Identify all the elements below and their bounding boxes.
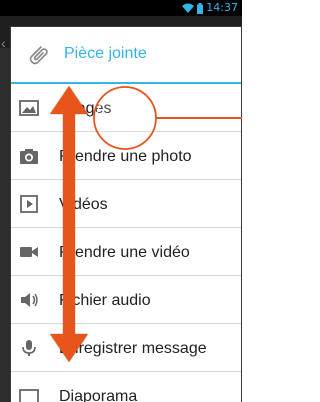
camera-icon bbox=[20, 149, 38, 164]
screen: ‹ 14:37 Pièce jointe Images Prendre une … bbox=[0, 0, 242, 402]
video-camera-icon bbox=[20, 247, 38, 257]
attachment-dialog: Pièce jointe Images Prendre une photo Vi… bbox=[11, 27, 241, 402]
menu-item-label: Vidéos bbox=[59, 196, 108, 213]
menu-item-record-message[interactable]: Enregistrer message bbox=[11, 324, 241, 372]
video-file-icon bbox=[20, 195, 38, 213]
menu-item-slideshow[interactable]: Diaporama bbox=[11, 372, 241, 402]
back-chevron-icon: ‹ bbox=[1, 35, 6, 51]
wifi-icon bbox=[182, 3, 195, 13]
microphone-icon bbox=[22, 340, 36, 356]
menu-item-label: Images bbox=[59, 100, 112, 117]
attachment-options-list: Images Prendre une photo Vidéos Prendre … bbox=[11, 84, 241, 402]
menu-item-label: Prendre une photo bbox=[59, 148, 192, 165]
menu-item-videos[interactable]: Vidéos bbox=[11, 180, 241, 228]
menu-item-label: Fichier audio bbox=[59, 292, 151, 309]
paperclip-icon bbox=[29, 46, 48, 65]
menu-item-take-photo[interactable]: Prendre une photo bbox=[11, 132, 241, 180]
status-bar: 14:37 bbox=[0, 0, 242, 16]
slideshow-icon bbox=[19, 389, 39, 402]
status-time: 14:37 bbox=[206, 1, 238, 14]
audio-icon bbox=[21, 293, 38, 307]
dialog-title: Pièce jointe bbox=[64, 45, 147, 62]
battery-icon bbox=[197, 2, 204, 14]
image-icon bbox=[19, 100, 39, 116]
dialog-header: Pièce jointe bbox=[11, 27, 241, 84]
menu-item-audio-file[interactable]: Fichier audio bbox=[11, 276, 241, 324]
menu-item-label: Prendre une vidéo bbox=[59, 244, 190, 261]
menu-item-label: Diaporama bbox=[59, 388, 138, 402]
status-icons: 14:37 bbox=[182, 2, 238, 14]
menu-item-label: Enregistrer message bbox=[59, 340, 207, 357]
menu-item-record-video[interactable]: Prendre une vidéo bbox=[11, 228, 241, 276]
menu-item-images[interactable]: Images bbox=[11, 84, 241, 132]
